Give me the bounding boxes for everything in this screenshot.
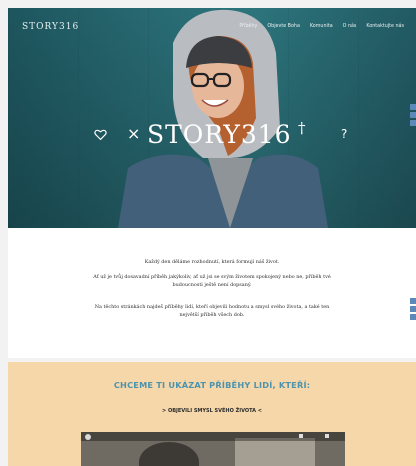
channel-avatar[interactable] [85,434,91,440]
side-tab[interactable] [410,120,416,126]
intro-text-3a: Na těchto stránkách najdeš příběhy lidí,… [94,304,330,310]
intro-text-3b: největší příběh všech dob. [179,312,245,318]
watch-later-icon[interactable] [299,434,303,438]
hero-title-row: × STORY316 † ? [8,118,416,154]
video-background [235,438,315,466]
question-icon: ? [341,127,348,141]
video-player[interactable] [81,432,345,466]
nav-item-objevte-boha[interactable]: Objevte Boha [267,24,300,29]
cross-icon: × [127,124,141,143]
intro-text-2a: Ať už je tvůj dosavadní příběh jakýkoliv… [93,274,331,280]
side-tab[interactable] [410,298,416,304]
nav-item-pribehy[interactable]: Příběhy [239,24,257,29]
intro-text-1: Každý den děláme rozhodnutí, která formu… [144,259,280,265]
side-tab[interactable] [410,314,416,320]
nav-item-komunita[interactable]: Komunita [310,24,333,29]
side-tab[interactable] [410,104,416,110]
section-heading: CHCEME TI UKÁZAT PŘÍBĚHY LIDÍ, KTEŘÍ: [113,380,311,390]
nav-item-o-nas[interactable]: O nás [343,24,357,29]
nav-item-kontakt[interactable]: Kontaktujte nás [366,24,404,29]
main-nav: Příběhy Objevte Boha Komunita O nás Kont… [239,24,404,29]
site-logo[interactable]: STORY316 [22,22,79,32]
heart-icon [94,129,107,141]
side-tabs-top [410,104,416,126]
dagger-icon: † [298,119,306,137]
video-person [139,442,199,466]
intro-section: Každý den děláme rozhodnutí, která formu… [8,228,416,358]
share-icon[interactable] [325,434,329,438]
side-tab[interactable] [410,306,416,312]
hero-banner: STORY316 Příběhy Objevte Boha Komunita O… [8,8,416,228]
stories-section: CHCEME TI UKÁZAT PŘÍBĚHY LIDÍ, KTEŘÍ: > … [8,362,416,466]
side-tabs-bottom [410,298,416,320]
side-tab[interactable] [410,112,416,118]
intro-text-2b: budoucnosti ještě není dopsaný. [172,282,252,288]
video-top-bar [81,432,345,441]
hero-title: STORY316 [147,120,292,149]
section-subheading: > OBJEVILI SMYSL SVÉHO ŽIVOTA < [162,408,262,414]
